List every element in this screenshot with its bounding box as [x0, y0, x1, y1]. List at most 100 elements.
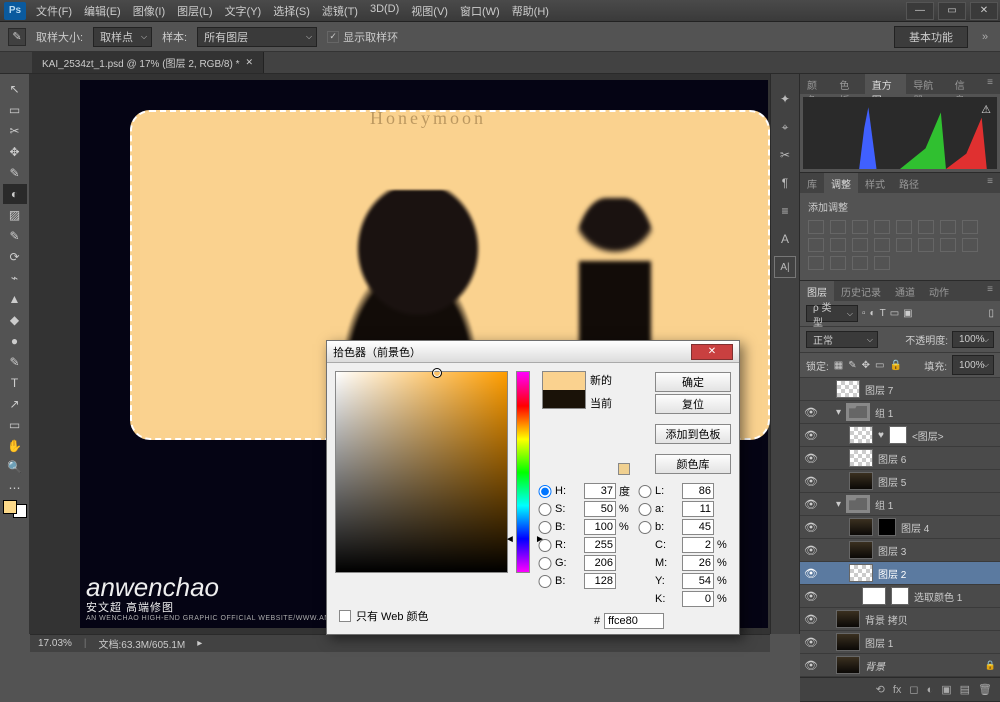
menu-item[interactable]: 文件(F)	[30, 0, 78, 22]
web-only-checkbox[interactable]: 只有 Web 颜色	[339, 608, 429, 624]
disclosure-icon[interactable]: ▾	[836, 499, 841, 510]
panel-tab[interactable]: 信息	[948, 74, 980, 94]
opacity-field[interactable]: 100%	[952, 331, 994, 348]
adjustment-preset-icon[interactable]	[808, 220, 824, 234]
layer-name[interactable]: 背景	[865, 658, 885, 673]
filter-img-icon[interactable]: ▫	[862, 308, 866, 319]
adjustment-preset-icon[interactable]	[830, 220, 846, 234]
hue-marker[interactable]	[513, 538, 537, 546]
adjustment-preset-icon[interactable]	[918, 238, 934, 252]
color-lib-button[interactable]: 颜色库	[655, 454, 731, 474]
layer-thumbnail[interactable]	[836, 610, 860, 628]
layer-name[interactable]: 组 1	[875, 497, 893, 512]
visibility-toggle[interactable]: 👁	[804, 406, 818, 419]
layer-row[interactable]: 👁图层 4	[800, 516, 1000, 539]
color-value-input[interactable]	[682, 501, 714, 517]
filter-adj-icon[interactable]: ◐	[870, 308, 876, 319]
adjustment-preset-icon[interactable]	[808, 256, 824, 270]
layer-thumbnail[interactable]	[849, 541, 873, 559]
visibility-toggle[interactable]: 👁	[804, 544, 818, 557]
para-panel-icon[interactable]: ≡	[774, 200, 796, 222]
layer-row[interactable]: 👁 选取颜色 1	[800, 585, 1000, 608]
show-ring-checkbox[interactable]: ✓显示取样环	[327, 29, 398, 45]
visibility-toggle[interactable]: 👁	[804, 659, 818, 672]
color-value-input[interactable]	[682, 555, 714, 571]
color-value-input[interactable]	[584, 573, 616, 589]
layer-row[interactable]: 图层 7	[800, 378, 1000, 401]
layer-row[interactable]: 👁 图层 2	[800, 562, 1000, 585]
layer-name[interactable]: 背景 拷贝	[865, 612, 908, 627]
color-value-input[interactable]	[682, 573, 714, 589]
filter-toggle[interactable]: ▯	[988, 308, 994, 319]
adjustment-icon[interactable]: ◐	[927, 684, 934, 696]
menu-item[interactable]: 滤镜(T)	[316, 0, 364, 22]
tool-button[interactable]: 🔍	[3, 457, 27, 477]
layer-thumbnail[interactable]	[849, 426, 873, 444]
workspace-basic-button[interactable]: 基本功能	[894, 26, 968, 48]
visibility-toggle[interactable]: 👁	[804, 452, 818, 465]
layer-thumbnail[interactable]	[836, 633, 860, 651]
color-value-input[interactable]	[584, 483, 616, 499]
tool-button[interactable]: ⌁	[3, 268, 27, 288]
sample-size-combo[interactable]: 取样点	[93, 27, 152, 47]
glyph-panel-icon[interactable]: A	[774, 228, 796, 250]
eyedropper-icon[interactable]: ✎	[8, 28, 26, 46]
fill-field[interactable]: 100%	[952, 355, 994, 375]
tool-button[interactable]: ✂	[3, 121, 27, 141]
layer-row[interactable]: 👁背景🔒	[800, 654, 1000, 677]
hex-input[interactable]	[604, 613, 664, 629]
visibility-toggle[interactable]: 👁	[804, 636, 818, 649]
layer-name[interactable]: 图层 2	[878, 566, 906, 581]
tool-button[interactable]: ▭	[3, 415, 27, 435]
color-mode-radio[interactable]	[638, 503, 652, 516]
layer-thumbnail[interactable]	[849, 564, 873, 582]
visibility-toggle[interactable]: 👁	[804, 567, 818, 580]
layer-row[interactable]: 👁图层 6	[800, 447, 1000, 470]
visibility-toggle[interactable]: 👁	[804, 590, 818, 603]
layer-name[interactable]: 图层 7	[865, 382, 893, 397]
color-value-input[interactable]	[584, 555, 616, 571]
visibility-toggle[interactable]: 👁	[804, 475, 818, 488]
color-value-input[interactable]	[584, 519, 616, 535]
dialog-close-button[interactable]: ✕	[691, 344, 733, 360]
document-tab[interactable]: KAI_2534zt_1.psd @ 17% (图层 2, RGB/8) * ✕	[32, 52, 264, 73]
color-mode-radio[interactable]	[538, 557, 552, 570]
tool-button[interactable]: ↗	[3, 394, 27, 414]
tool-button[interactable]: ◆	[3, 310, 27, 330]
color-mode-radio[interactable]	[638, 521, 652, 534]
panel-tab[interactable]: 历史记录	[834, 281, 888, 301]
status-chevron-icon[interactable]: ▸	[197, 638, 202, 649]
adjustment-preset-icon[interactable]	[896, 238, 912, 252]
saturation-value-field[interactable]	[335, 371, 508, 573]
sv-cursor[interactable]	[432, 368, 442, 378]
adjustment-preset-icon[interactable]	[874, 238, 890, 252]
clone-panel-icon[interactable]: ⌖	[774, 116, 796, 138]
cancel-button[interactable]: 复位	[655, 394, 731, 414]
layer-row[interactable]: 👁背景 拷贝	[800, 608, 1000, 631]
tool-button[interactable]: ✎	[3, 226, 27, 246]
tool-button[interactable]: ●	[3, 331, 27, 351]
layers-list[interactable]: 图层 7👁▾组 1👁♥<图层>👁图层 6👁图层 5👁▾组 1👁图层 4👁图层 3…	[800, 378, 1000, 677]
panel-tab[interactable]: 通道	[888, 281, 922, 301]
layer-thumbnail[interactable]	[836, 656, 860, 674]
layer-name[interactable]: 选取颜色 1	[914, 589, 962, 604]
tool-button[interactable]: T	[3, 373, 27, 393]
panel-tab[interactable]: 直方图	[865, 74, 907, 94]
color-mode-radio[interactable]	[538, 521, 552, 534]
layer-row[interactable]: 👁图层 1	[800, 631, 1000, 654]
layer-name[interactable]: 组 1	[875, 405, 893, 420]
color-value-input[interactable]	[682, 591, 714, 607]
color-mode-radio[interactable]	[538, 503, 552, 516]
lock-nest-icon[interactable]: ▭	[875, 360, 884, 371]
tool-button[interactable]: ↖	[3, 79, 27, 99]
adjustment-preset-icon[interactable]	[918, 220, 934, 234]
panel-tab[interactable]: 动作	[922, 281, 956, 301]
menu-item[interactable]: 视图(V)	[405, 0, 454, 22]
adjustment-preset-icon[interactable]	[808, 238, 824, 252]
adjustment-preset-icon[interactable]	[830, 256, 846, 270]
adjustment-preset-icon[interactable]	[852, 256, 868, 270]
layer-group-row[interactable]: 👁▾组 1	[800, 401, 1000, 424]
minimize-button[interactable]: —	[906, 2, 934, 20]
layer-group-row[interactable]: 👁▾组 1	[800, 493, 1000, 516]
adjustment-preset-icon[interactable]	[874, 256, 890, 270]
